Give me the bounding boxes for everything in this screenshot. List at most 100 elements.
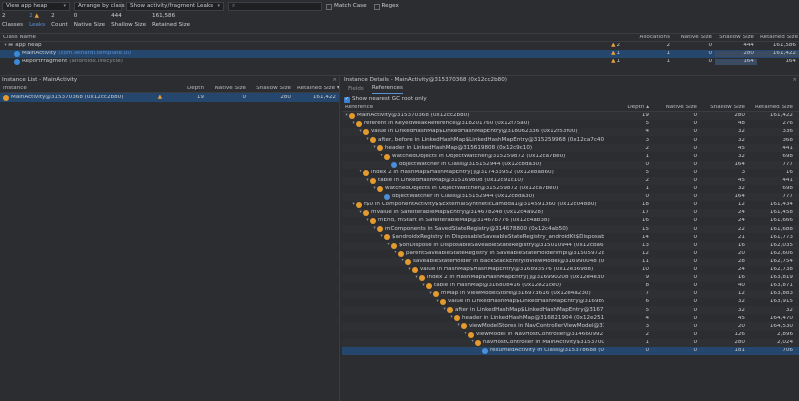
instance-icon [391, 161, 397, 168]
instance-icon [363, 210, 369, 217]
reference-row[interactable]: ▾ watchedObjects in ObjectWatcher@3152598… [342, 152, 799, 160]
reference-row[interactable]: ▾ header in LinkedHashMap@316821904 (0x12… [342, 314, 799, 322]
regex-option[interactable]: Regex [373, 2, 399, 10]
summary-leaks[interactable]: 2 ▲ Leaks [29, 13, 45, 28]
arrange-label: Arrange by class [78, 2, 125, 9]
toolbar: View app heap▾ Arrange by class▾ Show ac… [2, 2, 399, 11]
reference-row[interactable]: ▾ saveableStateHolder in BackStackEntryId… [342, 257, 799, 266]
col-native-size[interactable]: Native Size [207, 86, 249, 92]
summary-retained: 161,586 Retained Size [152, 13, 191, 28]
reference-row[interactable]: ▾ mMap in ViewModelStore@316973616 (0x12e… [342, 290, 799, 299]
reference-row[interactable]: ▾ table in HashMap@316808416 (0x12e21ce0)… [342, 282, 799, 290]
chevron-down-icon: ▾ [63, 3, 66, 9]
folder-icon: ▬ [8, 43, 14, 49]
instance-details-panel: Instance Details - MainActivity@31537036… [342, 76, 799, 401]
instance-icon [384, 193, 390, 200]
instance-icon [440, 299, 446, 306]
table-row[interactable]: ▾ ▬ app heap ▲ 2 2 0 444 161,586 [0, 42, 799, 50]
search-input[interactable]: ⌕ [228, 2, 322, 11]
reference-row[interactable]: ▾ index 2 in HashMap$HashMapEntry[]@31743… [342, 169, 799, 177]
col-retained-size[interactable]: Retained Size ▾ [294, 86, 339, 92]
table-row[interactable]: ReportFragment (androidx.lifecycle) ▲ 1 1 0… [0, 58, 799, 66]
table-row[interactable]: MainActivity@315370368 (0x12cc2b80) ▲ 19 … [0, 93, 339, 102]
reference-row[interactable]: ▾ $onDispose in DisposableSaveableStateRe… [342, 241, 799, 250]
instance-icon [433, 291, 439, 298]
instance-icon [349, 113, 355, 120]
col-depth[interactable]: Depth [165, 86, 207, 92]
instance-list-panel: Instance List - MainActivity × Instance … [0, 76, 340, 401]
col-instance[interactable]: Instance [0, 86, 165, 92]
heap-dropdown[interactable]: View app heap ▾ [2, 2, 70, 11]
reference-row[interactable]: ▾ mComponents in SavedStateRegistry@31467… [342, 225, 799, 234]
instance-icon [370, 137, 376, 144]
reference-row[interactable]: ▾ index 2 in HashMap$HashMapEntry[]@31699… [342, 273, 799, 282]
reference-row[interactable]: ▾ after, before in LinkedHashMap$LinkedHa… [342, 136, 799, 144]
match-case-checkbox[interactable] [326, 3, 332, 10]
reference-row[interactable]: ▾ MainActivity@315370368 (0x12cc2b80) 19 0 2… [342, 112, 799, 121]
reference-row[interactable]: ▾ navHostController in MainActivity$31537… [342, 338, 799, 347]
gc-root-checkbox[interactable]: ✓ [344, 96, 350, 103]
col-shallow-size[interactable]: Shallow Size [715, 35, 757, 41]
regex-label: Regex [381, 2, 399, 9]
reference-row[interactable]: ▾ referent in KeyedWeakReference@31820176… [342, 120, 799, 128]
instance-icon [412, 266, 418, 273]
tab-references[interactable]: References [371, 86, 403, 94]
col-retained-size[interactable]: Retained Size [748, 105, 796, 111]
instance-icon [363, 129, 369, 136]
col-shallow-size[interactable]: Shallow Size [700, 105, 748, 111]
reference-row[interactable]: ▾ $androidxRegistry in DisposableSaveable… [342, 233, 799, 241]
class-icon [14, 51, 20, 57]
reference-row[interactable]: ▾ table in LinkedHashMap@315169808 (0x12c… [342, 176, 799, 185]
col-reference[interactable]: Reference [342, 105, 604, 111]
col-native-size[interactable]: Native Size [673, 35, 715, 41]
reference-row[interactable]: ▾ value in LinkedHashMap$LinkedHashMapEnt… [342, 128, 799, 137]
summary-shallow: 444 Shallow Size [111, 13, 147, 28]
instance-icon [398, 250, 404, 257]
instance-icon [461, 323, 467, 330]
col-depth[interactable]: Depth ▴ [604, 105, 652, 111]
reference-row[interactable]: ▾ header in LinkedHashMap@315619808 (0x12… [342, 144, 799, 153]
instance-details-title: Instance Details - MainActivity@31537036… [344, 76, 507, 83]
instance-icon [370, 177, 376, 184]
reference-row[interactable]: ▾ parentSaveableStateRegistry in Saveable… [342, 250, 799, 258]
instance-icon [426, 283, 432, 290]
close-icon[interactable]: × [792, 77, 797, 84]
heap-label: View app heap [6, 2, 48, 9]
reference-row[interactable]: ▾ viewModelStores in NavControllerViewMod… [342, 322, 799, 331]
reference-row[interactable]: objectWatcher in Class@315152944 (0x12c8… [342, 192, 799, 202]
instance-icon [475, 339, 481, 346]
reference-row[interactable]: ▾ after in LinkedHashMap$LinkedHashMapEnt… [342, 306, 799, 315]
instance-icon [405, 258, 411, 265]
regex-checkbox[interactable] [373, 3, 380, 10]
warning-icon: ▲ [611, 59, 616, 65]
reference-row[interactable]: resumedActivity in Class@315378688 (0x12… [342, 346, 799, 355]
instance-icon [356, 202, 362, 209]
chevron-down-icon: ▾ [217, 3, 220, 9]
reference-row[interactable]: ▾ mEnd, mStart in SafeIterableMap@3146787… [342, 217, 799, 225]
instance-icon [377, 226, 383, 233]
reference-row[interactable]: ▾ watchedObjects in ObjectWatcher@3152598… [342, 185, 799, 193]
table-row[interactable]: MainActivity (com.leinardi.template.ui) ▲ 1… [0, 50, 799, 58]
instance-icon [391, 242, 397, 249]
instance-icon [356, 121, 362, 128]
close-icon[interactable]: × [332, 77, 337, 84]
col-allocations[interactable]: Allocations [623, 35, 673, 41]
filter-dropdown[interactable]: Show activity/fragment Leaks ▾ [126, 2, 224, 11]
col-class-name[interactable]: Class Name [0, 35, 623, 41]
reference-row[interactable]: ▾ mValue in SafeIterableMap$Entry@3146782… [342, 209, 799, 218]
gc-root-label: Show nearest GC root only [352, 95, 427, 102]
tab-fields[interactable]: Fields [348, 87, 364, 93]
reference-row[interactable]: ▾ f$0 in ComponentActivity$$ExternalSynth… [342, 201, 799, 209]
col-shallow-size[interactable]: Shallow Size [249, 86, 294, 92]
reference-row[interactable]: objectWatcher in Class@315152944 (0x12c8… [342, 160, 799, 169]
reference-row[interactable]: ▾ value in LinkedHashMap$LinkedHashMapEnt… [342, 298, 799, 306]
match-case-option[interactable]: Match Case [326, 3, 367, 10]
instance-icon [377, 185, 383, 192]
reference-row[interactable]: ▾ viewModel in NavHostController@31466099… [342, 331, 799, 339]
col-retained-size[interactable]: Retained Size ▾ [757, 35, 799, 41]
reference-row[interactable]: ▾ value in HashMap$HashMapEntry@316893576… [342, 266, 799, 274]
col-native-size[interactable]: Native Size [652, 105, 700, 111]
arrange-dropdown[interactable]: Arrange by class▾ [74, 2, 130, 11]
gc-root-option[interactable]: ✓ Show nearest GC root only [342, 95, 799, 104]
instance-icon [447, 307, 453, 314]
